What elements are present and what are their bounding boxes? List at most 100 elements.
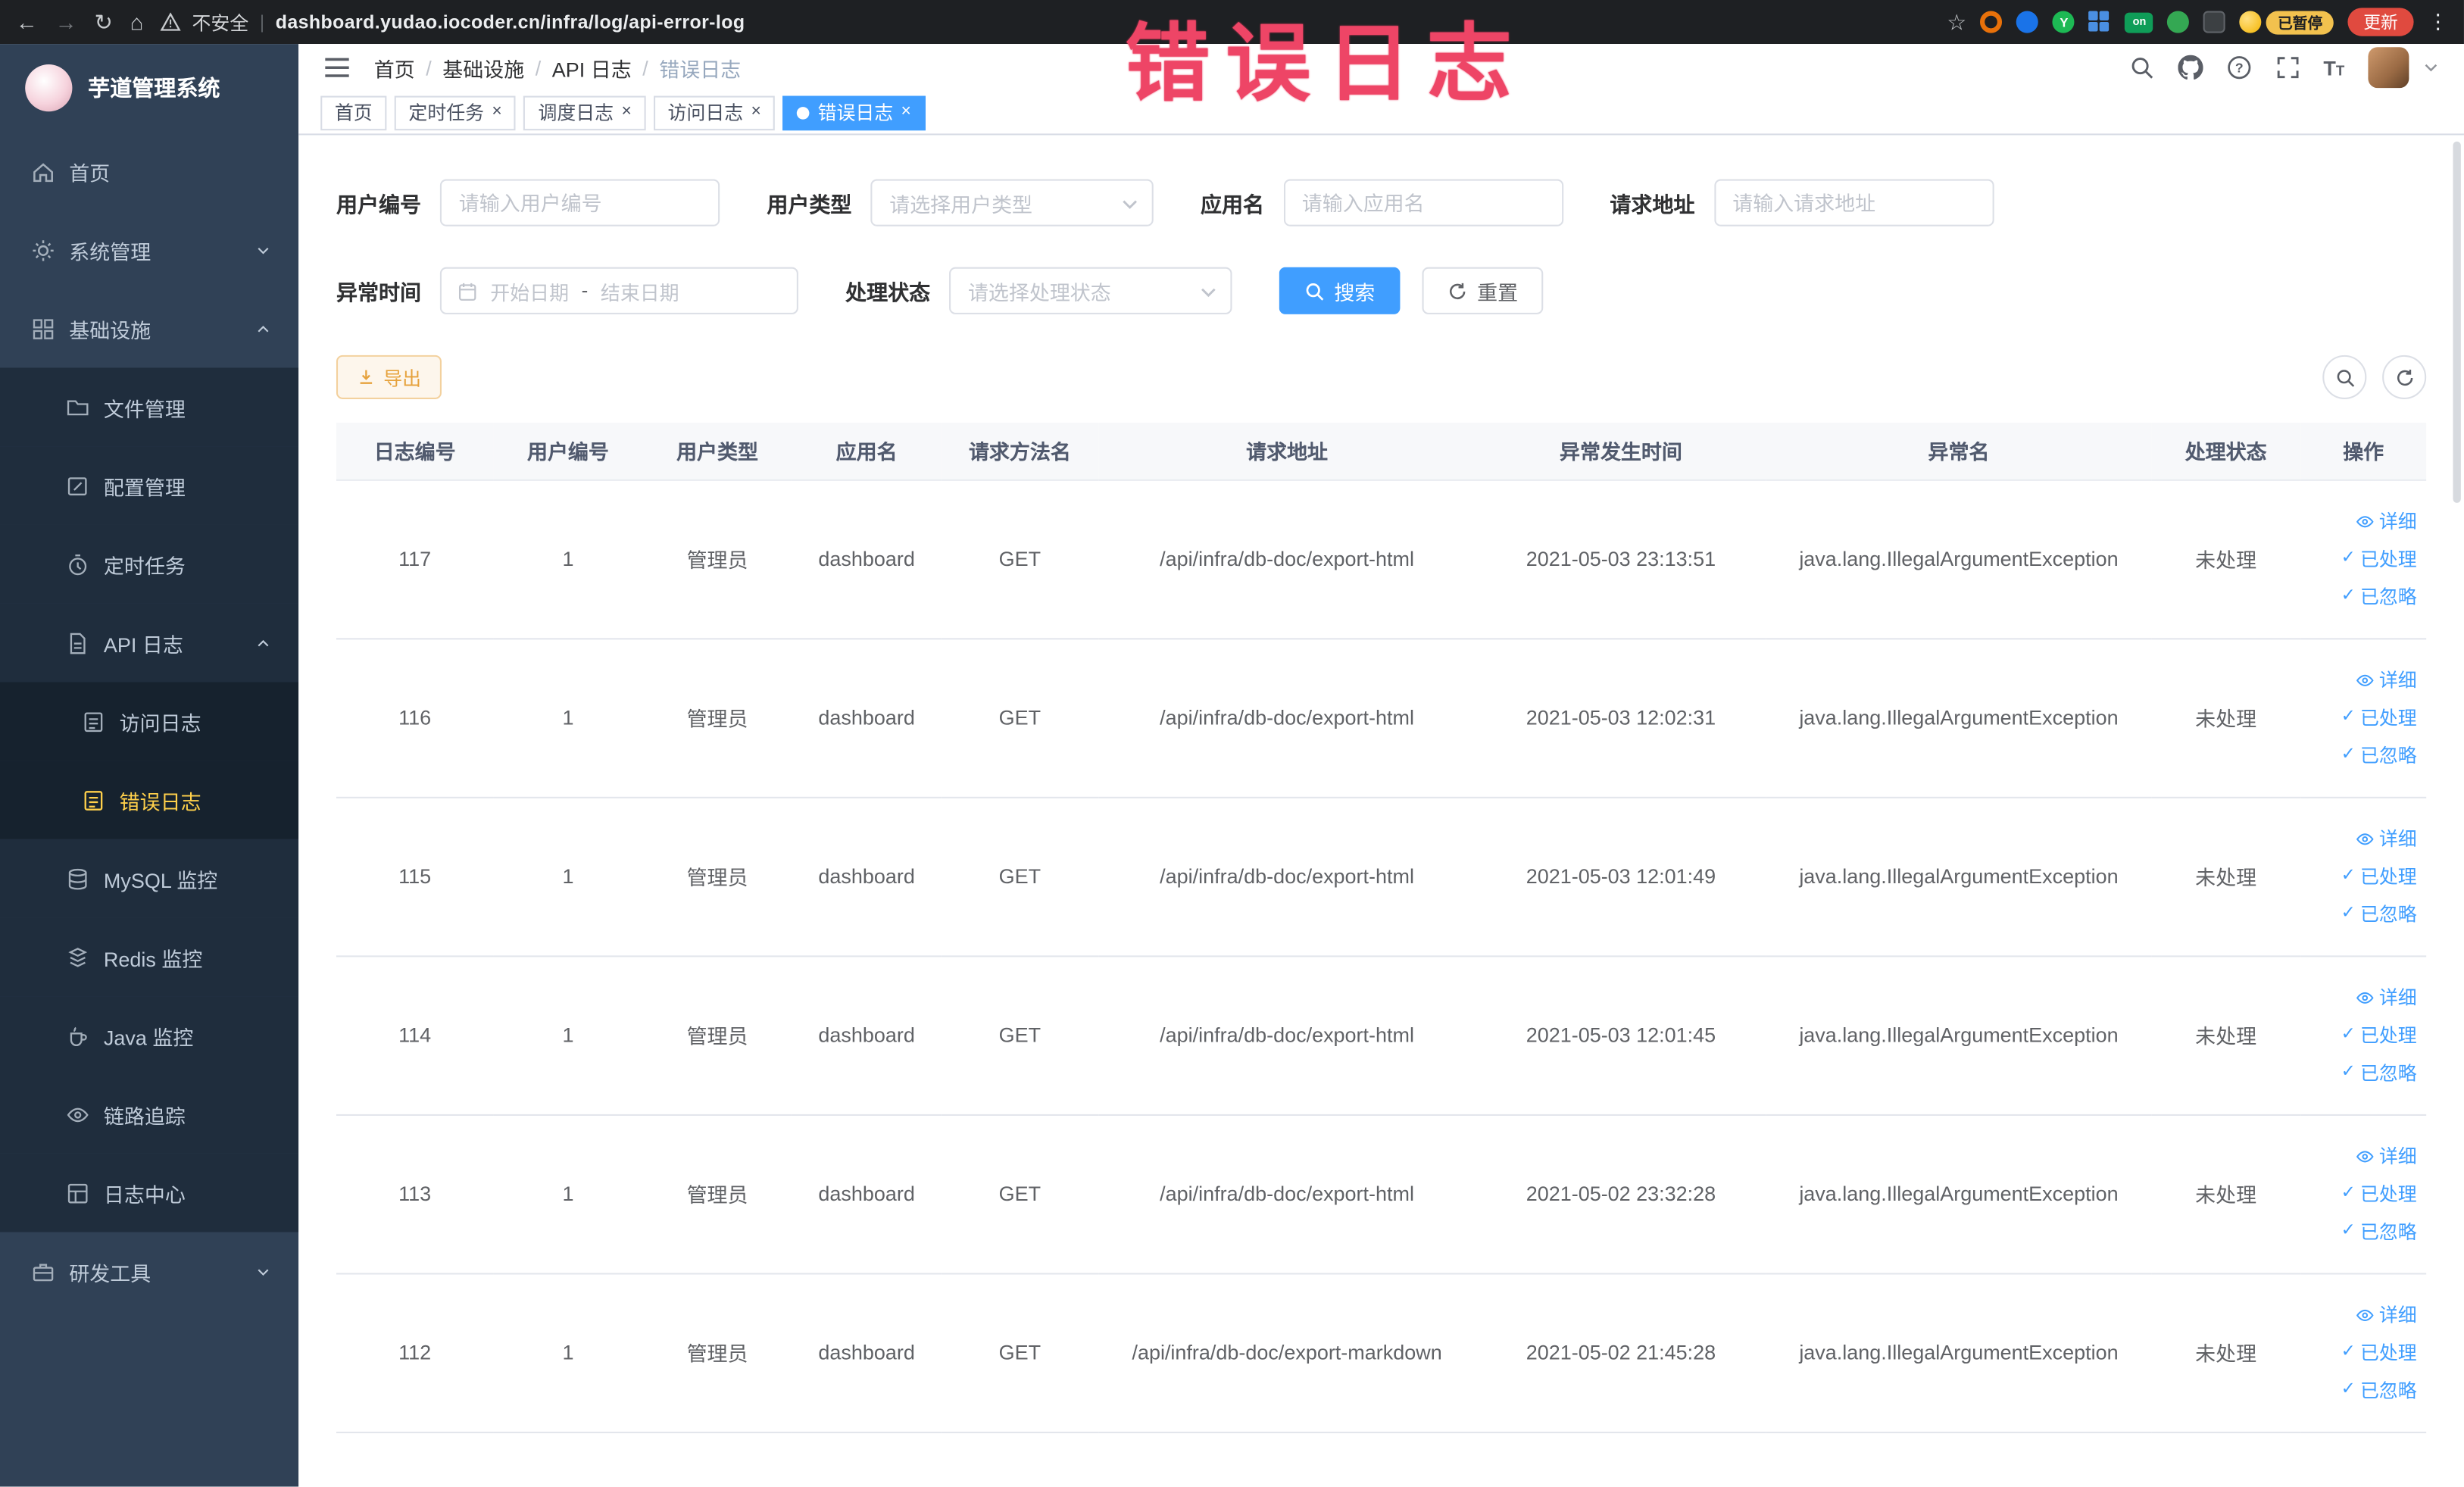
tab-close-icon[interactable]: × [621, 103, 631, 121]
app-logo-block[interactable]: 芋道管理系统 [0, 44, 298, 132]
detail-link[interactable]: 详细 [2356, 825, 2417, 851]
extension-icon-green[interactable]: Y [2053, 11, 2075, 33]
tab-close-icon[interactable]: × [751, 103, 761, 121]
back-icon[interactable]: ← [16, 11, 38, 33]
tab-schedule-log[interactable]: 调度日志 × [523, 95, 646, 130]
sidebar-item-error-log[interactable]: 错误日志 [0, 761, 299, 839]
ignore-link[interactable]: ✓ 已忽略 [2341, 1059, 2417, 1086]
sidebar-item-access-log[interactable]: 访问日志 [0, 682, 299, 761]
process-link[interactable]: ✓ 已处理 [2341, 1180, 2417, 1207]
export-button-label: 导出 [383, 367, 422, 389]
sidebar-item-cron-job[interactable]: 定时任务 [0, 524, 299, 604]
github-icon[interactable] [2177, 55, 2203, 80]
edit-icon [67, 476, 87, 495]
ignore-link[interactable]: ✓ 已忽略 [2341, 583, 2417, 610]
browser-menu-icon[interactable]: ⋮ [2428, 9, 2448, 34]
user-avatar[interactable] [2368, 47, 2409, 89]
app-name-input[interactable] [1282, 179, 1563, 226]
hamburger-icon[interactable] [323, 57, 350, 79]
tab-cron-job[interactable]: 定时任务 × [394, 95, 517, 130]
page-scrollbar[interactable] [2453, 141, 2461, 503]
ignore-link[interactable]: ✓ 已忽略 [2341, 1218, 2417, 1245]
sidebar-item-system[interactable]: 系统管理 [0, 211, 298, 289]
detail-link-label: 详细 [2378, 1304, 2417, 1326]
process-status-select[interactable]: 请选择处理状态 [949, 267, 1232, 314]
extension-icon-on[interactable]: on [2125, 11, 2154, 33]
extension-icon-blue[interactable] [2016, 11, 2039, 33]
sidebar-item-dev-tools[interactable]: 研发工具 [0, 1232, 298, 1310]
extension-icon-leaf[interactable] [2167, 11, 2190, 33]
app-shell: 芋道管理系统 首页 系统管理 基础设施 文件管理 配置管理 定时任务 API 日… [0, 44, 2464, 1487]
browser-update-button[interactable]: 更新 [2347, 8, 2414, 36]
refresh-table-button[interactable] [2382, 355, 2427, 399]
address-bar[interactable]: 不安全 | dashboard.yudao.iocoder.cn/infra/l… [161, 8, 745, 35]
forward-icon[interactable]: → [55, 11, 77, 33]
detail-link[interactable]: 详细 [2356, 1301, 2417, 1328]
eye-icon [2356, 1150, 2374, 1162]
sidebar-item-api-log[interactable]: API 日志 [0, 603, 299, 683]
process-link[interactable]: ✓ 已处理 [2341, 1021, 2417, 1048]
sidebar-item-file-manage[interactable]: 文件管理 [0, 367, 299, 447]
extension-icon-red[interactable] [1981, 11, 2003, 33]
sidebar-item-mysql-monitor[interactable]: MySQL 监控 [0, 839, 299, 918]
request-url-input[interactable] [1713, 179, 1994, 226]
export-button[interactable]: 导出 [336, 355, 442, 399]
toggle-search-button[interactable] [2322, 355, 2367, 399]
home-icon[interactable]: ⌂ [130, 11, 144, 33]
detail-link[interactable]: 详细 [2356, 1142, 2417, 1169]
check-icon: ✓ [2341, 1183, 2356, 1203]
detail-link[interactable]: 详细 [2356, 984, 2417, 1011]
fullscreen-icon[interactable] [2275, 55, 2300, 80]
process-link-label: 已处理 [2360, 1342, 2417, 1364]
sidebar-item-infra[interactable]: 基础设施 [0, 289, 298, 368]
active-dot-icon [797, 106, 810, 119]
bookmark-star-icon[interactable]: ☆ [1947, 11, 1966, 33]
tab-home[interactable]: 首页 [320, 95, 387, 130]
paused-extension[interactable]: 已暂停 [2240, 10, 2334, 34]
date-range-picker[interactable]: 开始日期 - 结束日期 [439, 267, 798, 314]
search-icon[interactable] [2128, 55, 2153, 80]
eye-icon [2356, 833, 2374, 845]
detail-link[interactable]: 详细 [2356, 508, 2417, 534]
sidebar-item-home[interactable]: 首页 [0, 132, 298, 211]
avatar-caret-icon[interactable] [2423, 60, 2439, 76]
col-log-id: 日志编号 [336, 423, 494, 480]
help-icon[interactable]: ? [2226, 55, 2251, 80]
user-type-select[interactable]: 请选择用户类型 [870, 179, 1154, 226]
breadcrumb-infra[interactable]: 基础设施 [442, 52, 524, 82]
sidebar-item-label: API 日志 [103, 633, 183, 657]
cell-actions: 详细 ✓ 已处理 ✓ 已忽略 [2300, 1114, 2427, 1274]
security-label: 不安全 [192, 11, 249, 34]
process-link[interactable]: ✓ 已处理 [2341, 704, 2417, 730]
tab-error-log[interactable]: 错误日志 × [782, 95, 926, 130]
sidebar-item-config-manage[interactable]: 配置管理 [0, 446, 299, 525]
tab-close-icon[interactable]: × [901, 103, 911, 121]
sidebar-item-java-monitor[interactable]: Java 监控 [0, 996, 299, 1076]
breadcrumb-home[interactable]: 首页 [374, 52, 415, 82]
reload-icon[interactable]: ↻ [94, 11, 112, 33]
coffee-icon [70, 1026, 87, 1045]
search-button[interactable]: 搜索 [1279, 267, 1401, 314]
detail-link[interactable]: 详细 [2356, 667, 2417, 693]
font-size-icon[interactable]: TT [2323, 58, 2344, 78]
process-link[interactable]: ✓ 已处理 [2341, 863, 2417, 889]
cell-user-type: 管理员 [642, 479, 792, 639]
sidebar-item-trace[interactable]: 链路追踪 [0, 1075, 299, 1154]
process-link[interactable]: ✓ 已处理 [2341, 545, 2417, 572]
extension-icon-pin[interactable] [2203, 11, 2226, 33]
breadcrumb-api-log[interactable]: API 日志 [552, 52, 632, 82]
process-link[interactable]: ✓ 已处理 [2341, 1339, 2417, 1366]
sidebar-item-label: 配置管理 [103, 475, 186, 499]
ignore-link[interactable]: ✓ 已忽略 [2341, 901, 2417, 927]
eye-icon [67, 1107, 89, 1122]
ignore-link[interactable]: ✓ 已忽略 [2341, 742, 2417, 768]
tab-access-log[interactable]: 访问日志 × [653, 95, 776, 130]
reset-button[interactable]: 重置 [1422, 267, 1544, 314]
check-icon: ✓ [2341, 866, 2356, 885]
user-id-input[interactable] [439, 179, 720, 226]
tab-close-icon[interactable]: × [492, 103, 501, 121]
sidebar-item-redis-monitor[interactable]: Redis 监控 [0, 917, 299, 997]
extension-icon-squares[interactable] [2089, 11, 2111, 33]
sidebar-item-log-center[interactable]: 日志中心 [0, 1153, 299, 1232]
ignore-link[interactable]: ✓ 已忽略 [2341, 1376, 2417, 1403]
